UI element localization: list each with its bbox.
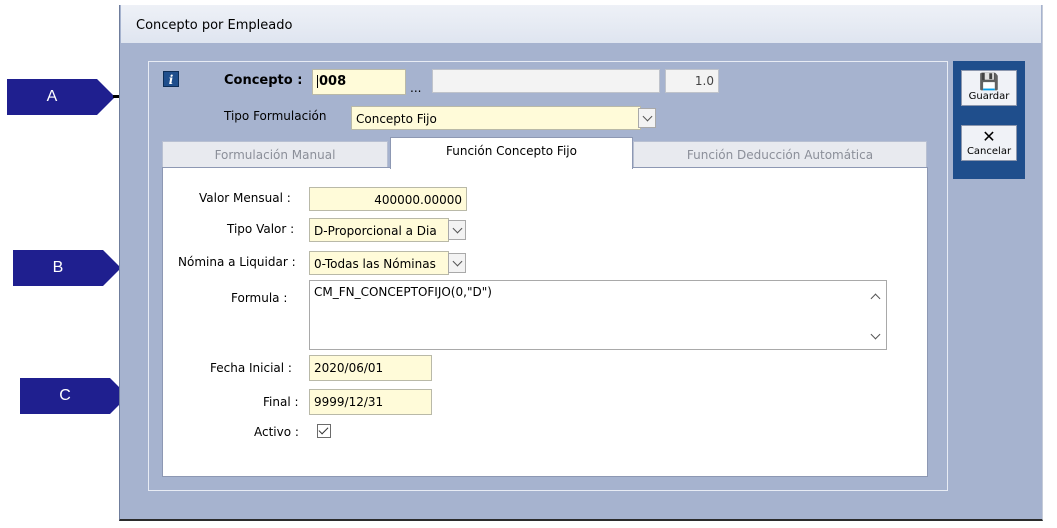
tab-label: Formulación Manual — [214, 148, 336, 162]
concepto-description-input[interactable] — [432, 69, 660, 93]
tipo-formulacion-label: Tipo Formulación — [224, 109, 327, 123]
concepto-value: 008 — [319, 74, 347, 89]
checkmark-icon — [318, 424, 329, 435]
tipo-valor-select[interactable]: D-Proporcional a Dia — [309, 218, 449, 242]
nomina-dropdown[interactable] — [448, 253, 466, 273]
callout-a: A — [7, 79, 97, 115]
concepto-label: Concepto : — [224, 73, 303, 88]
tipo-formulacion-dropdown[interactable] — [638, 108, 656, 128]
callout-c: C — [20, 378, 110, 414]
text-caret — [317, 75, 318, 88]
tab-label: Función Deducción Automática — [686, 148, 874, 162]
final-label: Final : — [263, 395, 299, 409]
tipo-valor-value: D-Proporcional a Dia — [314, 224, 437, 238]
formula-textarea[interactable]: CM_FN_CONCEPTOFIJO(0,"D") — [309, 280, 887, 350]
info-icon[interactable]: i — [163, 71, 179, 87]
tab-deduccion-automatica[interactable]: Función Deducción Automática — [633, 141, 927, 169]
browse-button[interactable]: ... — [410, 81, 421, 95]
save-button[interactable]: 💾 Guardar — [961, 70, 1017, 106]
tipo-valor-dropdown[interactable] — [448, 220, 466, 240]
cancel-button[interactable]: ✕ Cancelar — [961, 125, 1017, 161]
final-input[interactable]: 9999/12/31 — [309, 389, 432, 415]
nomina-value: 0-Todas las Nóminas — [314, 257, 436, 271]
valor-mensual-label: Valor Mensual : — [199, 191, 291, 205]
fecha-inicial-label: Fecha Inicial : — [210, 361, 292, 375]
close-x-icon: ✕ — [982, 127, 996, 146]
version-input[interactable]: 1.0 — [665, 69, 719, 93]
fecha-inicial-input[interactable]: 2020/06/01 — [309, 355, 432, 381]
chevron-down-icon — [452, 223, 462, 234]
formula-value: CM_FN_CONCEPTOFIJO(0,"D") — [314, 285, 492, 299]
floppy-disk-icon: 💾 — [979, 72, 999, 91]
side-toolbar: 💾 Guardar ✕ Cancelar — [953, 61, 1025, 179]
window-title: Concepto por Empleado — [121, 5, 1041, 43]
callout-b: B — [13, 250, 103, 286]
tab-concepto-fijo[interactable]: Función Concepto Fijo — [390, 137, 633, 169]
activo-checkbox[interactable] — [317, 424, 331, 438]
nomina-select[interactable]: 0-Todas las Nóminas — [309, 251, 449, 275]
formula-label: Formula : — [231, 291, 288, 305]
chevron-down-icon — [642, 111, 652, 122]
chevron-down-icon — [452, 256, 462, 267]
save-label: Guardar — [968, 91, 1010, 102]
scroll-up-icon[interactable] — [870, 291, 881, 305]
valor-mensual-input[interactable]: 400000.00000 — [309, 187, 467, 211]
tipo-valor-label: Tipo Valor : — [227, 222, 295, 236]
concepto-input[interactable]: 008 — [312, 69, 406, 95]
tipo-formulacion-value: Concepto Fijo — [356, 112, 437, 126]
scroll-down-icon[interactable] — [870, 327, 881, 341]
tab-formulacion-manual[interactable]: Formulación Manual — [162, 141, 388, 169]
cancel-label: Cancelar — [966, 146, 1012, 157]
nomina-label: Nómina a Liquidar : — [178, 255, 296, 269]
activo-label: Activo : — [254, 425, 299, 439]
formula-scrollbar[interactable] — [868, 281, 886, 349]
concepto-window: Concepto por Empleado i Concepto : 008 .… — [119, 5, 1043, 521]
tipo-formulacion-select[interactable]: Concepto Fijo — [351, 106, 641, 130]
tab-label: Función Concepto Fijo — [446, 144, 577, 158]
